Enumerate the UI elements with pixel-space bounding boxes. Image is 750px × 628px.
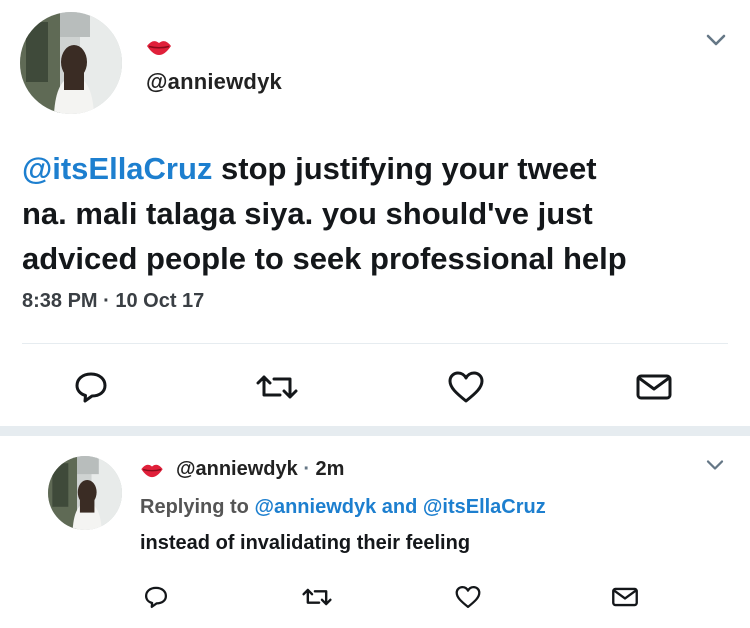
replying-to-line: Replying to @anniewdyk and @itsEllaCruz xyxy=(140,496,546,519)
reply-icon[interactable] xyxy=(140,582,172,612)
like-icon[interactable] xyxy=(452,582,484,612)
replying-prefix: Replying to xyxy=(140,496,255,518)
chevron-down-icon[interactable] xyxy=(704,32,728,53)
avatar-image xyxy=(20,12,122,114)
lips-emoji-icon xyxy=(146,38,172,61)
separator: · xyxy=(297,458,316,480)
tweet-text-segment: stop justifying your tweet xyxy=(212,151,597,186)
like-icon[interactable] xyxy=(445,366,487,408)
reply-header: @anniewdyk · 2m xyxy=(176,458,344,481)
replying-and: and xyxy=(376,496,423,518)
reply-text: instead of invalidating their feeling xyxy=(140,532,471,554)
mention-link[interactable]: @itsEllaCruz xyxy=(423,496,546,518)
divider xyxy=(22,343,728,344)
tweet-timestamp[interactable]: 8:38 PM · 10 Oct 17 xyxy=(22,290,204,313)
reply-icon[interactable] xyxy=(70,366,112,408)
tweet-text-line-3: adviced people to seek professional help xyxy=(22,241,627,276)
tweet-text-line-1: @itsEllaCruz stop justifying your tweet xyxy=(22,146,732,191)
reply-avatar[interactable] xyxy=(48,456,122,530)
avatar[interactable] xyxy=(20,12,122,114)
retweet-icon[interactable] xyxy=(298,582,336,612)
retweet-icon[interactable] xyxy=(253,366,301,408)
message-icon[interactable] xyxy=(608,582,642,612)
lips-emoji-icon xyxy=(140,462,164,483)
mention-link[interactable]: @anniewdyk xyxy=(254,496,376,518)
avatar-image xyxy=(48,456,122,530)
section-divider xyxy=(0,426,750,436)
reply-time[interactable]: 2m xyxy=(316,458,345,480)
message-icon[interactable] xyxy=(632,366,676,408)
tweet-text: @itsEllaCruz stop justifying your tweet … xyxy=(22,146,732,281)
author-handle[interactable]: @anniewdyk xyxy=(146,69,282,95)
chevron-down-icon[interactable] xyxy=(704,458,726,477)
tweet-text-line-2: na. mali talaga siya. you should've just xyxy=(22,196,593,231)
mention-link[interactable]: @itsEllaCruz xyxy=(22,151,212,186)
reply-author-handle[interactable]: @anniewdyk xyxy=(176,458,298,480)
